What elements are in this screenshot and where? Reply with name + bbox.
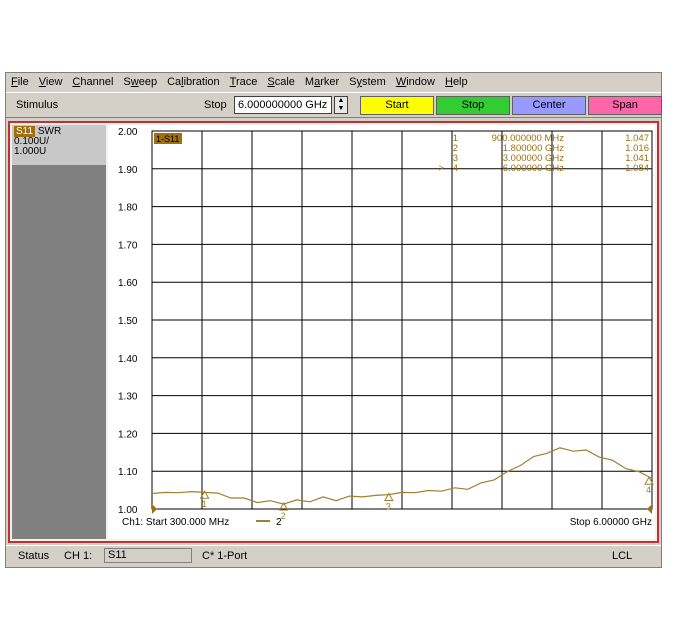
stimulus-label: Stimulus	[16, 99, 59, 111]
stop-field-label: Stop	[204, 99, 227, 111]
menu-bar: File View Channel Sweep Calibration Trace Scal…	[6, 73, 661, 91]
span-button[interactable]: Span	[588, 96, 662, 115]
stop-button[interactable]: Stop	[436, 96, 510, 115]
status-label: Status	[18, 550, 50, 562]
status-bar: Status CH 1: S11 C* 1-Port LCL	[6, 545, 661, 566]
stimulus-toolbar: Stimulus Stop 6.000000000 GHz ▲ ▼ Start …	[6, 92, 662, 118]
menu-marker[interactable]: Marker	[300, 76, 344, 88]
menu-channel[interactable]: Channel	[67, 76, 118, 88]
y-tick-label: 1.70	[118, 240, 138, 251]
y-tick-label: 1.60	[118, 278, 138, 289]
menu-help[interactable]: Help	[440, 76, 473, 88]
trace-status-box[interactable]: S11 SWR 0.100U/ 1.000U	[12, 125, 106, 165]
channel-window: S11 SWR 0.100U/ 1.000U 2.00 1.90 1.80 1.70 1…	[8, 121, 659, 543]
y-tick-label: 1.20	[118, 429, 138, 440]
marker-3-number: 3	[386, 502, 391, 512]
analyzer-window: File View Channel Sweep Calibration Trace Scal…	[5, 72, 662, 568]
marker-readout-value: 1.084	[625, 163, 649, 174]
menu-scale[interactable]: Scale	[262, 76, 300, 88]
marker-readout-active-indicator: >	[438, 163, 444, 174]
marker-1-number: 1	[202, 499, 207, 509]
trace-list-panel: S11 SWR 0.100U/ 1.000U	[12, 125, 106, 539]
swr-chart: 2.00 1.90 1.80 1.70 1.60 1.50 1.40 1.30 1.20 1.10…	[118, 127, 654, 528]
y-tick-label: 2.00	[118, 127, 138, 138]
stepper-down-icon[interactable]: ▼	[335, 105, 347, 113]
menu-calibration[interactable]: Calibration	[162, 76, 225, 88]
plot-area[interactable]: 2.00 1.90 1.80 1.70 1.60 1.50 1.40 1.30 1.20 1.10…	[108, 125, 655, 539]
status-calibration: C* 1-Port	[202, 550, 248, 562]
y-tick-label: 1.00	[118, 505, 138, 516]
y-tick-label: 1.10	[118, 467, 138, 478]
start-button[interactable]: Start	[360, 96, 434, 115]
active-marker-legend-number: 2	[276, 517, 282, 528]
menu-window[interactable]: Window	[391, 76, 440, 88]
stepper-up-icon[interactable]: ▲	[335, 97, 347, 105]
y-tick-label: 1.90	[118, 165, 138, 176]
trace-label-text: 1-S11	[156, 134, 179, 144]
center-button[interactable]: Center	[512, 96, 586, 115]
menu-system[interactable]: System	[344, 76, 391, 88]
stop-frequency-input[interactable]: 6.000000000 GHz	[234, 96, 332, 114]
menu-file[interactable]: File	[6, 76, 34, 88]
menu-trace[interactable]: Trace	[225, 76, 263, 88]
marker-readout-frequency: 6.000000 GHz	[503, 163, 565, 174]
marker-readout-number: 4	[453, 163, 458, 174]
sweep-start-label: Ch1: Start 300.000 MHz	[122, 517, 229, 528]
stop-frequency-stepper[interactable]: ▲ ▼	[334, 96, 348, 114]
y-tick-label: 1.30	[118, 392, 138, 403]
menu-view[interactable]: View	[34, 76, 68, 88]
menu-sweep[interactable]: Sweep	[118, 76, 162, 88]
y-tick-label: 1.80	[118, 203, 138, 214]
sweep-stop-label: Stop 6.00000 GHz	[570, 517, 652, 528]
y-tick-label: 1.50	[118, 316, 138, 327]
status-parameter: S11	[104, 548, 192, 563]
status-channel: CH 1:	[64, 550, 93, 562]
trace-reference: 1.000U	[14, 146, 47, 157]
y-tick-label: 1.40	[118, 354, 138, 365]
marker-4-number: 4	[646, 485, 651, 495]
status-mode: LCL	[612, 550, 633, 562]
